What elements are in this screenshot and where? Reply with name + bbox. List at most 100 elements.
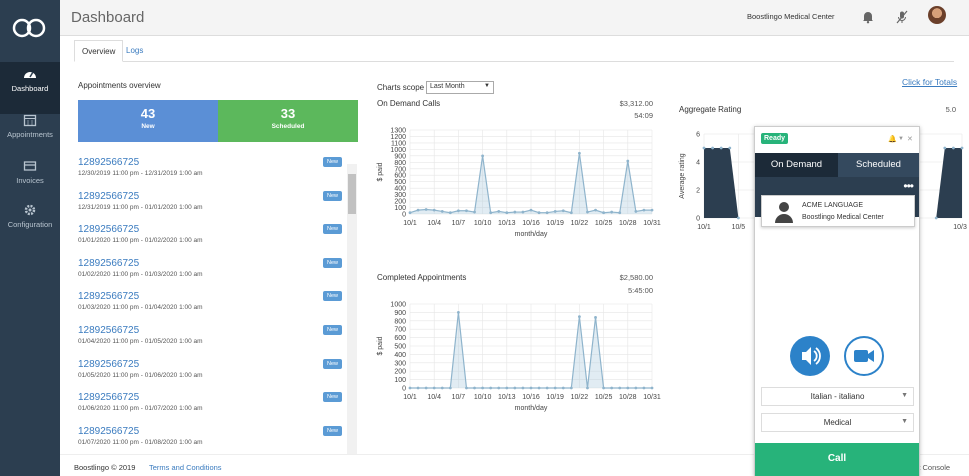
data-point [457,311,460,314]
more-options-icon[interactable]: ••• [903,179,914,193]
list-item[interactable]: 12892566725 01/06/2020 11:00 pm - 01/07/2… [78,389,358,423]
tab-overview[interactable]: Overview [74,40,124,62]
status-badge: New [323,257,343,268]
appointment-number[interactable]: 12892566725 [78,291,139,302]
list-item[interactable]: 12892566725 01/05/2020 11:00 pm - 01/06/2… [78,356,358,390]
data-point [521,386,525,390]
status-badge: New [323,224,343,235]
appointment-list: 12892566725 12/30/2019 11:00 pm - 12/31/2… [78,154,358,454]
charts-scope-select[interactable]: Last Month ▼ [426,81,494,94]
x-tick-label: 10/16 [522,394,540,401]
click-for-totals-link[interactable]: Click for Totals [902,77,957,87]
data-point [618,211,622,215]
muted-microphone-icon[interactable] [895,10,909,24]
tab-scheduled[interactable]: Scheduled [838,153,919,177]
data-point [610,386,614,390]
bell-icon[interactable]: 🔔 [888,135,897,143]
scrollbar-thumb[interactable] [348,174,356,214]
terms-link[interactable]: Terms and Conditions [149,463,222,472]
appointment-number[interactable]: 12892566725 [78,191,139,202]
status-badge: New [323,291,343,302]
appointment-number[interactable]: 12892566725 [78,426,139,437]
appointment-number[interactable]: 12892566725 [78,224,139,235]
data-point [602,211,605,215]
list-item[interactable]: 12892566725 01/02/2020 11:00 pm - 01/03/2… [78,255,358,289]
data-point [473,210,476,214]
on-demand-time: 54:09 [634,111,653,120]
y-tick-label: 900 [394,310,406,317]
data-point [702,146,706,150]
list-item[interactable]: 12892566725 12/30/2019 11:00 pm - 12/31/2… [78,154,358,188]
sidebar-item-configuration[interactable]: Configuration [0,198,60,250]
data-point [513,386,517,390]
x-tick-label: 10/1 [697,224,711,231]
data-point [960,146,964,150]
appointment-range: 12/30/2019 11:00 pm - 12/31/2019 1:00 am [78,170,203,177]
data-point [489,386,493,390]
invoice-icon [23,161,37,171]
new-count-box[interactable]: 43 New [78,100,218,142]
x-axis-label: month/day [515,405,548,412]
list-item[interactable]: 12892566725 01/01/2020 11:00 pm - 01/02/2… [78,221,358,255]
y-tick-label: 1100 [391,140,406,147]
appointment-number[interactable]: 12892566725 [78,258,139,269]
service-select[interactable]: Medical ▼ [761,413,914,432]
avatar[interactable] [928,6,946,24]
on-demand-chart: 0100200300400500600700800900100011001200… [377,128,661,239]
new-label: New [141,123,155,130]
appointment-number[interactable]: 12892566725 [78,325,139,336]
audio-call-button[interactable] [790,336,830,376]
x-tick-label: 10/1 [403,220,417,227]
top-bar: Dashboard Boostlingo Medical Center [60,0,969,36]
list-item[interactable]: 12892566725 01/04/2020 11:00 pm - 01/05/2… [78,322,358,356]
y-tick-label: 1300 [390,128,406,135]
video-camera-icon [854,350,874,362]
x-tick-label: 10/7 [452,220,466,227]
data-point [537,211,541,215]
data-point [711,146,714,150]
data-point [569,386,573,390]
x-tick-label: 10/22 [571,394,589,401]
organization-card[interactable]: ACME LANGUAGE Boostlingo Medical Center [761,195,915,227]
video-call-button[interactable] [844,336,884,376]
scheduled-count-box[interactable]: 33 Scheduled [218,100,358,142]
data-point [594,316,597,319]
y-tick-label: 600 [394,335,406,342]
sidebar-item-label: Invoices [16,176,44,185]
bell-icon[interactable] [861,10,875,24]
list-scrollbar[interactable] [347,164,357,454]
x-tick-label: 10/31 [643,220,661,227]
data-point [952,146,955,150]
call-widget: Ready 🔔 ▼ ✕ On Demand Scheduled ••• ACME… [754,126,920,476]
tab-on-demand[interactable]: On Demand [755,153,838,177]
sidebar-item-appointments[interactable]: Appointments [0,108,60,160]
x-tick-label: 10/19 [546,220,564,227]
y-tick-label: 100 [394,205,406,212]
tab-logs[interactable]: Logs [119,40,150,62]
series-area [936,148,962,218]
appointment-range: 01/07/2020 11:00 pm - 01/08/2020 1:00 am [78,438,203,446]
appointment-number[interactable]: 12892566725 [78,359,139,370]
data-point [578,315,581,318]
list-item[interactable]: 12892566725 01/03/2020 11:00 pm - 01/04/2… [78,288,358,322]
close-icon[interactable]: ✕ [907,135,913,143]
list-item[interactable]: 12892566725 12/31/2019 11:00 pm - 01/01/2… [78,188,358,222]
scheduled-count: 33 [280,106,296,121]
x-tick-label: 10/4 [427,394,441,401]
call-button[interactable]: Call [755,443,919,476]
chevron-down-icon[interactable]: ▼ [898,136,904,142]
data-point [650,208,654,212]
language-select[interactable]: Italian - italiano ▼ [761,387,914,406]
tab-label: Overview [82,47,116,56]
y-tick-label: 4 [696,160,700,167]
sidebar: Dashboard Appointments Invoices Configur… [0,0,60,476]
sidebar-item-dashboard[interactable]: Dashboard [0,62,60,114]
y-tick-label: 0 [402,386,406,393]
boostlingo-logo-icon[interactable] [12,18,46,38]
y-tick-label: 800 [394,318,406,325]
service-value: Medical [823,418,852,427]
appointment-number[interactable]: 12892566725 [78,392,139,403]
tab-bar: Overview Logs [74,38,954,62]
list-item[interactable]: 12892566725 01/07/2020 11:00 pm - 01/08/2… [78,423,358,454]
appointment-number[interactable]: 12892566725 [78,157,139,168]
